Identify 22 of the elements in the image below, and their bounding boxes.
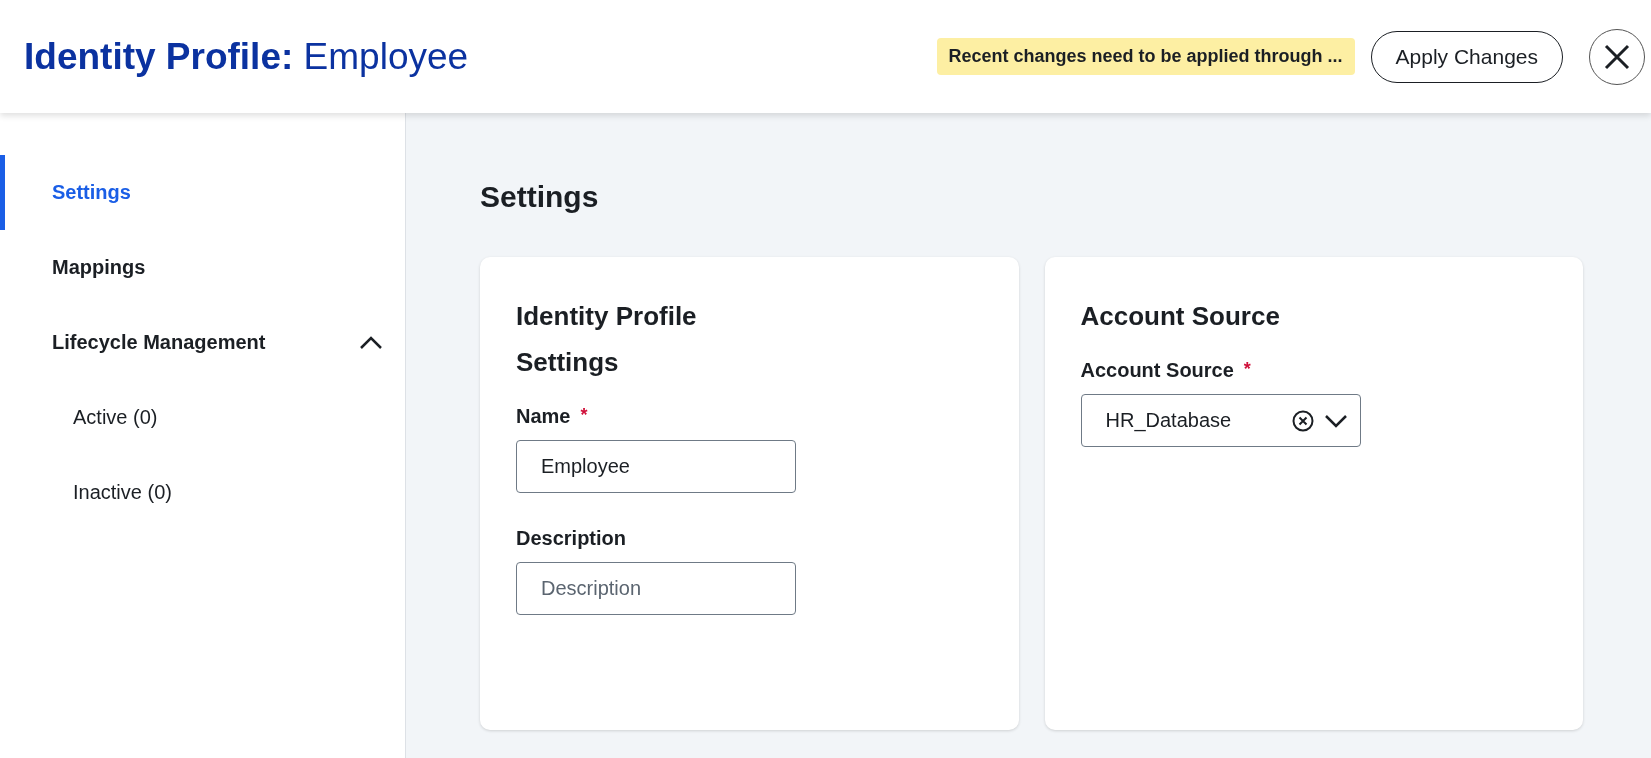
field-label: Name <box>516 405 571 428</box>
sidebar-item[interactable]: Lifecycle Management <box>0 305 405 380</box>
required-mark: * <box>580 405 588 427</box>
input-field[interactable]: Description <box>516 562 796 615</box>
clear-icon[interactable] <box>1291 409 1314 432</box>
page-title: Identity Profile: Employee <box>24 35 470 78</box>
close-icon <box>1604 43 1630 70</box>
field-label: Account Source <box>1080 359 1234 382</box>
notice-banner: Recent changes need to be applied through ... <box>936 38 1355 75</box>
input-field[interactable]: Employee <box>516 440 796 493</box>
select-field[interactable]: HR_Database <box>1080 394 1361 447</box>
sidebar-item[interactable]: Inactive (0) <box>0 455 405 530</box>
card-title: Identity Profile Settings <box>516 300 698 379</box>
sidebar-item[interactable]: Mappings <box>0 230 405 305</box>
sidebar-item[interactable]: Active (0) <box>0 380 405 455</box>
required-mark: * <box>1243 359 1251 381</box>
apply-changes-button[interactable]: Apply Changes <box>1370 30 1563 83</box>
chevron-up-icon <box>359 335 383 350</box>
field-label: Description <box>516 527 627 550</box>
section-heading: Settings <box>480 179 600 215</box>
chevron-down-icon[interactable] <box>1323 413 1348 428</box>
card-title: Account Source <box>1080 300 1281 333</box>
